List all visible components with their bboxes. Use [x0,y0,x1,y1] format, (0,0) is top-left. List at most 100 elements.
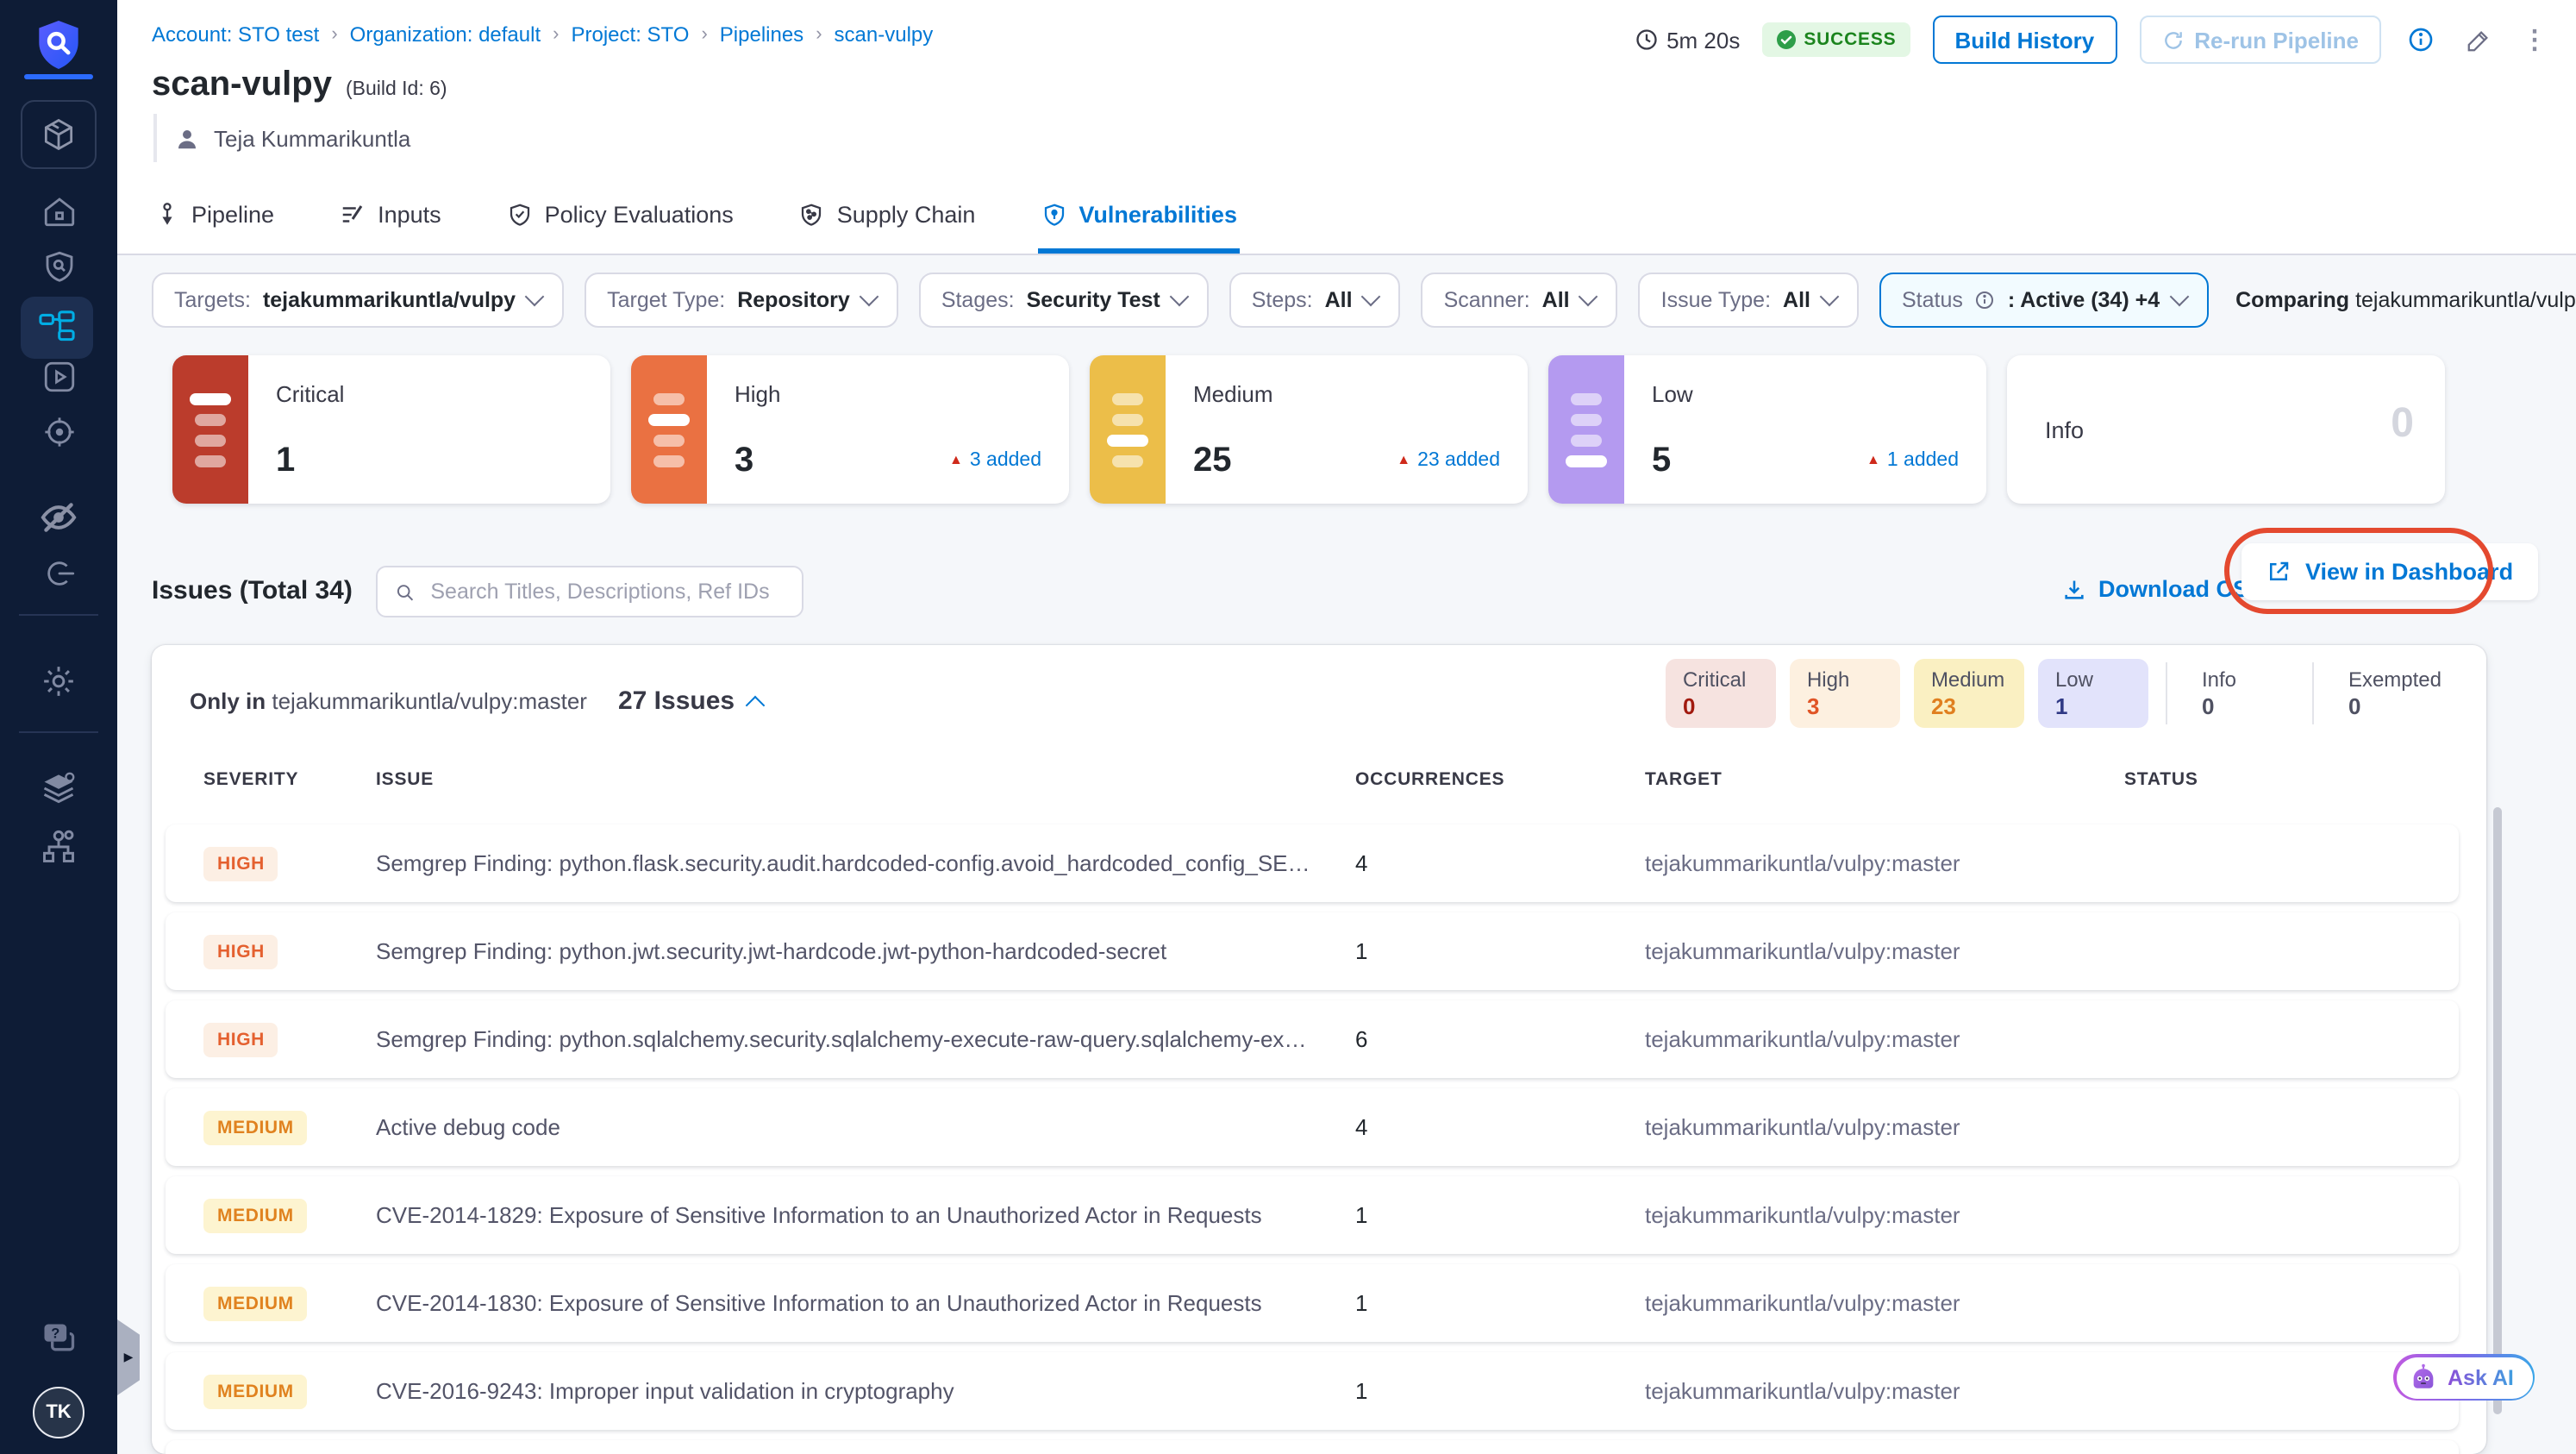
critical-count: 1 [276,442,296,479]
sidebar-item-home[interactable] [0,193,117,229]
card-medium[interactable]: Medium 25 ▲ 23 added [1090,355,1528,504]
info-button[interactable] [2404,22,2438,57]
filter-target-type[interactable]: Target Type: Repository [585,273,898,328]
info-icon [2409,28,2433,52]
sidebar-item-executions[interactable] [0,359,117,395]
chevron-down-icon [1361,286,1381,307]
table-row[interactable]: HIGH Semgrep Finding: python.sqlalchemy.… [166,1000,2459,1078]
severity-badge: MEDIUM [203,1198,308,1232]
run-duration: 5m 20s [1634,27,1740,53]
check-circle-icon [1777,30,1797,49]
tab-vulnerabilities[interactable]: Vulnerabilities [1037,179,1241,254]
table-row[interactable]: HIGH Semgrep Finding: python.flask.secur… [166,824,2459,902]
chip-low[interactable]: Low 1 [2037,659,2148,728]
table-row[interactable]: MEDIUM Active debug code 4 tejakummariku… [166,1088,2459,1166]
vertical-scrollbar[interactable] [2493,807,2502,1414]
medium-added: ▲ 23 added [1397,450,1500,471]
breadcrumb-org[interactable]: Organization: default [350,22,541,47]
target: tejakummarikuntla/vulpy:master [1645,1290,1960,1316]
breadcrumb-separator: › [816,24,822,45]
critical-gauge [172,355,248,504]
chip-critical[interactable]: Critical 0 [1665,659,1776,728]
col-target: TARGET [1645,769,1723,790]
breadcrumb-separator: › [553,24,560,45]
severity-badge: MEDIUM [203,1374,308,1408]
tab-pipeline[interactable]: Pipeline [152,179,278,254]
filter-steps[interactable]: Steps: All [1229,273,1401,328]
hierarchy-gear-icon [43,830,74,862]
search-input[interactable] [427,578,785,605]
sidebar-collapse-handle[interactable]: ▶ [117,1319,140,1395]
breadcrumb-current[interactable]: scan-vulpy [835,22,934,47]
filter-status[interactable]: Status : Active (34) +4 [1879,273,2209,328]
view-in-dashboard-button[interactable]: View in Dashboard [2241,543,2538,600]
chip-info[interactable]: Info 0 [2185,659,2295,728]
tab-policy-evaluations[interactable]: Policy Evaluations [503,179,737,254]
filter-issue-type[interactable]: Issue Type: All [1638,273,1859,328]
chip-medium[interactable]: Medium 23 [1913,659,2024,728]
chevron-down-icon [1819,286,1840,307]
refresh-icon [2164,31,2182,48]
high-gauge [631,355,707,504]
chevron-down-icon [859,286,879,307]
chip-divider [2165,662,2167,724]
more-options-button[interactable]: ⋮ [2517,22,2552,57]
user-avatar[interactable]: TK [33,1387,84,1438]
medium-count: 25 [1193,442,1232,479]
low-gauge [1548,355,1624,504]
rerun-pipeline-button[interactable]: Re-run Pipeline [2139,16,2381,64]
sidebar-item-default-settings[interactable] [0,769,117,807]
sidebar-item-org-settings[interactable] [0,828,117,866]
chevron-down-icon [524,286,545,307]
chip-exempted[interactable]: Exempted 0 [2331,659,2459,728]
person-icon [178,129,196,148]
card-high[interactable]: High 3 ▲ 3 added [631,355,1069,504]
collapse-arrow-icon: ▶ [123,1352,134,1364]
filter-scanner[interactable]: Scanner: All [1421,273,1618,328]
edit-pipeline-button[interactable] [2460,22,2495,57]
table-row-partial[interactable]: MEDIUM [166,1440,2459,1454]
svg-text:?: ? [51,1326,59,1341]
triangle-up-icon: ▲ [1866,452,1880,467]
ask-ai-button[interactable]: Ask AI [2393,1354,2535,1401]
external-link-icon [2270,561,2289,580]
issues-panel: Only in tejakummarikuntla/vulpy:master 2… [152,645,2486,1454]
chip-high[interactable]: High 3 [1789,659,1900,728]
card-low[interactable]: Low 5 ▲ 1 added [1548,355,1986,504]
col-status: STATUS [2124,769,2198,790]
table-row[interactable]: HIGH Semgrep Finding: python.jwt.securit… [166,912,2459,990]
policy-shield-icon [510,203,529,225]
help-chat-button[interactable]: ? [0,1319,117,1357]
module-selector[interactable] [21,100,97,169]
severity-badge: HIGH [203,846,278,881]
filter-stages[interactable]: Stages: Security Test [918,273,1209,328]
sidebar-item-exemptions[interactable] [0,500,117,535]
breadcrumb-pipelines[interactable]: Pipelines [720,22,803,47]
pipelines-icon [39,310,75,342]
severity-badge: MEDIUM [203,1110,308,1144]
card-critical[interactable]: Critical 1 [172,355,610,504]
breadcrumb-account[interactable]: Account: STO test [152,22,319,47]
table-header: SEVERITY ISSUE OCCURRENCES TARGET STATUS [166,769,2459,790]
breadcrumb-project[interactable]: Project: STO [572,22,690,47]
issues-search[interactable] [376,566,803,617]
tab-supply-chain[interactable]: Supply Chain [796,179,979,254]
table-row[interactable]: MEDIUM CVE-2016-9243: Improper input val… [166,1352,2459,1430]
issue-group-header[interactable]: Only in tejakummarikuntla/vulpy:master 2… [190,686,766,716]
card-info[interactable]: Info 0 [2007,355,2445,504]
sidebar-item-scans[interactable] [0,248,117,285]
sidebar-item-targets[interactable] [0,414,117,450]
sidebar-item-settings[interactable] [0,662,117,700]
build-history-button[interactable]: Build History [1932,16,2117,64]
supply-chain-shield-icon [802,203,822,225]
filter-targets[interactable]: Targets: tejakummarikuntla/vulpy [152,273,565,328]
sto-logo-icon [0,17,117,72]
table-row[interactable]: MEDIUM CVE-2014-1830: Exposure of Sensit… [166,1264,2459,1342]
sidebar-item-pipelines[interactable] [21,297,93,359]
layers-gear-icon [43,772,75,804]
sidebar-item-get-started[interactable] [0,555,117,592]
download-csv-button[interactable]: Download CSV [2062,576,2264,602]
tab-inputs[interactable]: Inputs [336,179,445,254]
issue-title: CVE-2014-1830: Exposure of Sensitive Inf… [376,1290,1262,1316]
table-row[interactable]: MEDIUM CVE-2014-1829: Exposure of Sensit… [166,1176,2459,1254]
